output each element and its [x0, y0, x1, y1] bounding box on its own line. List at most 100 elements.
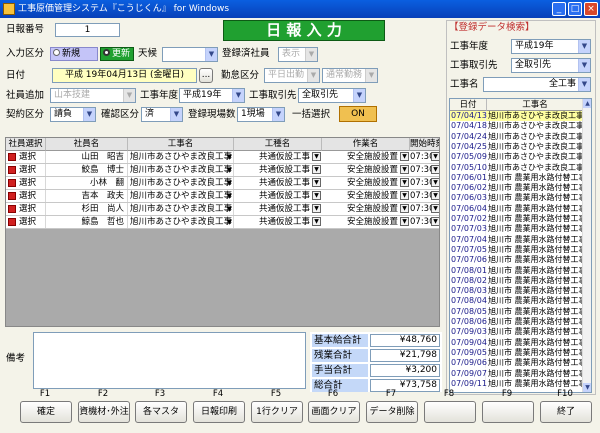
search-job-select[interactable]: 全工事 ▼	[483, 77, 591, 92]
col-header-start-time[interactable]: 開始時刻	[410, 138, 439, 151]
list-item[interactable]: 07/07/06 旭川市 農業用水路付替工事	[450, 255, 584, 266]
registered-emp-select[interactable]: 表示 ▼	[278, 47, 318, 62]
radio-update[interactable]: 更新	[100, 47, 134, 61]
table-row[interactable]: 選択 鮫島 博士 旭川市あさひやま改良工事 ▼ 共通仮設工事 ▼ 安全施設設置 ▼ 07:30 ▼	[6, 164, 439, 177]
fkey-button-2[interactable]: 資機材･外注	[78, 401, 130, 423]
sites-select[interactable]: 1現場 ▼	[237, 107, 285, 122]
row-select-cell[interactable]: 選択	[6, 151, 46, 163]
fkey-button-1[interactable]: 確定	[20, 401, 72, 423]
row-time-select[interactable]: 07:30 ▼	[410, 203, 439, 215]
list-item[interactable]: 07/08/05 旭川市 農業用水路付替工事	[450, 306, 584, 317]
row-kind-select[interactable]: 共通仮設工事 ▼	[234, 164, 322, 176]
table-row[interactable]: 選択 山田 昭吉 旭川市あさひやま改良工事 ▼ 共通仮設工事 ▼ 安全施設設置 ▼ 07:30 ▼	[6, 151, 439, 164]
result-scrollbar[interactable]: ▲ ▼	[582, 99, 591, 392]
list-item[interactable]: 07/07/04 旭川市 農業用水路付替工事	[450, 234, 584, 245]
row-kind-select[interactable]: 共通仮設工事 ▼	[234, 151, 322, 163]
date-field[interactable]: 平成 19年04月13日 (金曜日)	[52, 68, 197, 83]
fkey-button-3[interactable]: 各マスタ	[135, 401, 187, 423]
bulk-select-toggle[interactable]: ON	[339, 106, 377, 122]
attendance-select[interactable]: 平日出勤 ▼	[264, 68, 320, 83]
col-header-employee[interactable]: 社員名	[46, 138, 128, 151]
row-select-cell[interactable]: 選択	[6, 190, 46, 202]
fkey-button-6[interactable]: 画面クリア	[308, 401, 360, 423]
fkey-button-10[interactable]: 終了	[540, 401, 592, 423]
notes-field[interactable]	[33, 332, 306, 389]
work-type-select[interactable]: 通常勤務 ▼	[322, 68, 378, 83]
row-job-select[interactable]: 旭川市あさひやま改良工事 ▼	[128, 164, 234, 176]
row-task-select[interactable]: 安全施設設置 ▼	[322, 151, 410, 163]
list-item[interactable]: 07/09/11 旭川市 農業用水路付替工事	[450, 378, 584, 390]
fkey-button-9[interactable]	[482, 401, 534, 423]
table-row[interactable]: 選択 吉本 政夫 旭川市あさひやま改良工事 ▼ 共通仮設工事 ▼ 安全施設設置 ▼ 07:30 ▼	[6, 190, 439, 203]
radio-new[interactable]: 新規	[50, 47, 98, 61]
checkbox-checked-icon[interactable]	[8, 205, 16, 213]
fkey-button-5[interactable]: 1行クリア	[251, 401, 303, 423]
list-item[interactable]: 07/08/06 旭川市 農業用水路付替工事	[450, 317, 584, 328]
date-picker-button[interactable]: ...	[199, 68, 213, 83]
col-header-job[interactable]: 工事名	[128, 138, 234, 151]
row-task-select[interactable]: 安全施設設置 ▼	[322, 216, 410, 228]
row-time-select[interactable]: 07:30 ▼	[410, 151, 439, 163]
close-button[interactable]: ×	[584, 2, 598, 16]
row-select-cell[interactable]: 選択	[6, 177, 46, 189]
col-header-date[interactable]: 日付	[450, 99, 487, 111]
row-time-select[interactable]: 07:30 ▼	[410, 177, 439, 189]
list-item[interactable]: 07/09/04 旭川市 農業用水路付替工事	[450, 337, 584, 348]
row-job-select[interactable]: 旭川市あさひやま改良工事 ▼	[128, 216, 234, 228]
row-select-cell[interactable]: 選択	[6, 203, 46, 215]
row-job-select[interactable]: 旭川市あさひやま改良工事 ▼	[128, 151, 234, 163]
list-item[interactable]: 07/04/18 旭川市あさひやま改良工事	[450, 121, 584, 132]
checkbox-checked-icon[interactable]	[8, 166, 16, 174]
list-item[interactable]: 07/08/04 旭川市 農業用水路付替工事	[450, 296, 584, 307]
list-item[interactable]: 07/04/24 旭川市あさひやま改良工事	[450, 131, 584, 142]
list-item[interactable]: 07/08/01 旭川市 農業用水路付替工事	[450, 265, 584, 276]
col-header-select[interactable]: 社員選択	[6, 138, 46, 151]
list-item[interactable]: 07/05/09 旭川市あさひやま改良工事	[450, 152, 584, 163]
list-item[interactable]: 07/06/04 旭川市 農業用水路付替工事	[450, 203, 584, 214]
list-item[interactable]: 07/08/02 旭川市 農業用水路付替工事	[450, 275, 584, 287]
list-item[interactable]: 07/09/06 旭川市 農業用水路付替工事	[450, 358, 584, 369]
list-item[interactable]: 07/09/03 旭川市 農業用水路付替工事	[450, 327, 584, 338]
list-item[interactable]: 07/05/10 旭川市あさひやま改良工事	[450, 162, 584, 173]
row-job-select[interactable]: 旭川市あさひやま改良工事 ▼	[128, 203, 234, 215]
list-item[interactable]: 07/07/02 旭川市 農業用水路付替工事	[450, 214, 584, 225]
list-item[interactable]: 07/07/03 旭川市 農業用水路付替工事	[450, 224, 584, 235]
list-item[interactable]: 07/08/03 旭川市 農業用水路付替工事	[450, 286, 584, 297]
list-item[interactable]: 07/07/05 旭川市 農業用水路付替工事	[450, 244, 584, 256]
row-time-select[interactable]: 07:30 ▼	[410, 190, 439, 202]
row-kind-select[interactable]: 共通仮設工事 ▼	[234, 177, 322, 189]
list-item[interactable]: 07/09/07 旭川市 農業用水路付替工事	[450, 368, 584, 379]
row-time-select[interactable]: 07:30 ▼	[410, 216, 439, 228]
row-task-select[interactable]: 安全施設設置 ▼	[322, 164, 410, 176]
maximize-button[interactable]: □	[568, 2, 582, 16]
row-task-select[interactable]: 安全施設設置 ▼	[322, 203, 410, 215]
list-item[interactable]: 07/06/01 旭川市 農業用水路付替工事	[450, 172, 584, 184]
row-job-select[interactable]: 旭川市あさひやま改良工事 ▼	[128, 190, 234, 202]
checkbox-checked-icon[interactable]	[8, 192, 16, 200]
list-item[interactable]: 07/06/03 旭川市 農業用水路付替工事	[450, 193, 584, 204]
search-client-select[interactable]: 全取引先 ▼	[511, 58, 591, 73]
list-item[interactable]: 07/04/13 旭川市あさひやま改良工事	[450, 111, 584, 122]
checkbox-checked-icon[interactable]	[8, 179, 16, 187]
row-task-select[interactable]: 安全施設設置 ▼	[322, 190, 410, 202]
fkey-button-8[interactable]	[424, 401, 476, 423]
list-item[interactable]: 07/06/02 旭川市 農業用水路付替工事	[450, 183, 584, 194]
checkbox-checked-icon[interactable]	[8, 218, 16, 226]
client-select[interactable]: 全取引先 ▼	[298, 88, 366, 103]
table-row[interactable]: 選択 小林 翻旭川市あさひやま改良工事 ▼ 共通仮設工事 ▼ 安全施設設置 ▼ 07:30 ▼	[6, 177, 439, 190]
row-kind-select[interactable]: 共通仮設工事 ▼	[234, 216, 322, 228]
contract-select[interactable]: 請負 ▼	[50, 107, 96, 122]
search-year-select[interactable]: 平成19年 ▼	[511, 39, 591, 54]
add-emp-select[interactable]: 山本技建 ▼	[50, 88, 136, 103]
row-select-cell[interactable]: 選択	[6, 216, 46, 228]
table-row[interactable]: 選択 鯨島 哲也 旭川市あさひやま改良工事 ▼ 共通仮設工事 ▼ 安全施設設置 ▼ 07:30 ▼	[6, 216, 439, 229]
work-year-select[interactable]: 平成19年 ▼	[179, 88, 245, 103]
row-task-select[interactable]: 安全施設設置 ▼	[322, 177, 410, 189]
row-kind-select[interactable]: 共通仮設工事 ▼	[234, 190, 322, 202]
fkey-button-4[interactable]: 日報印刷	[193, 401, 245, 423]
table-row[interactable]: 選択 杉田 尚人 旭川市あさひやま改良工事 ▼ 共通仮設工事 ▼ 安全施設設置 ▼ 07:30 ▼	[6, 203, 439, 216]
list-item[interactable]: 07/04/25 旭川市あさひやま改良工事	[450, 141, 584, 153]
row-kind-select[interactable]: 共通仮設工事 ▼	[234, 203, 322, 215]
fkey-button-7[interactable]: データ削除	[366, 401, 418, 423]
weather-select[interactable]: ▼	[162, 47, 218, 62]
